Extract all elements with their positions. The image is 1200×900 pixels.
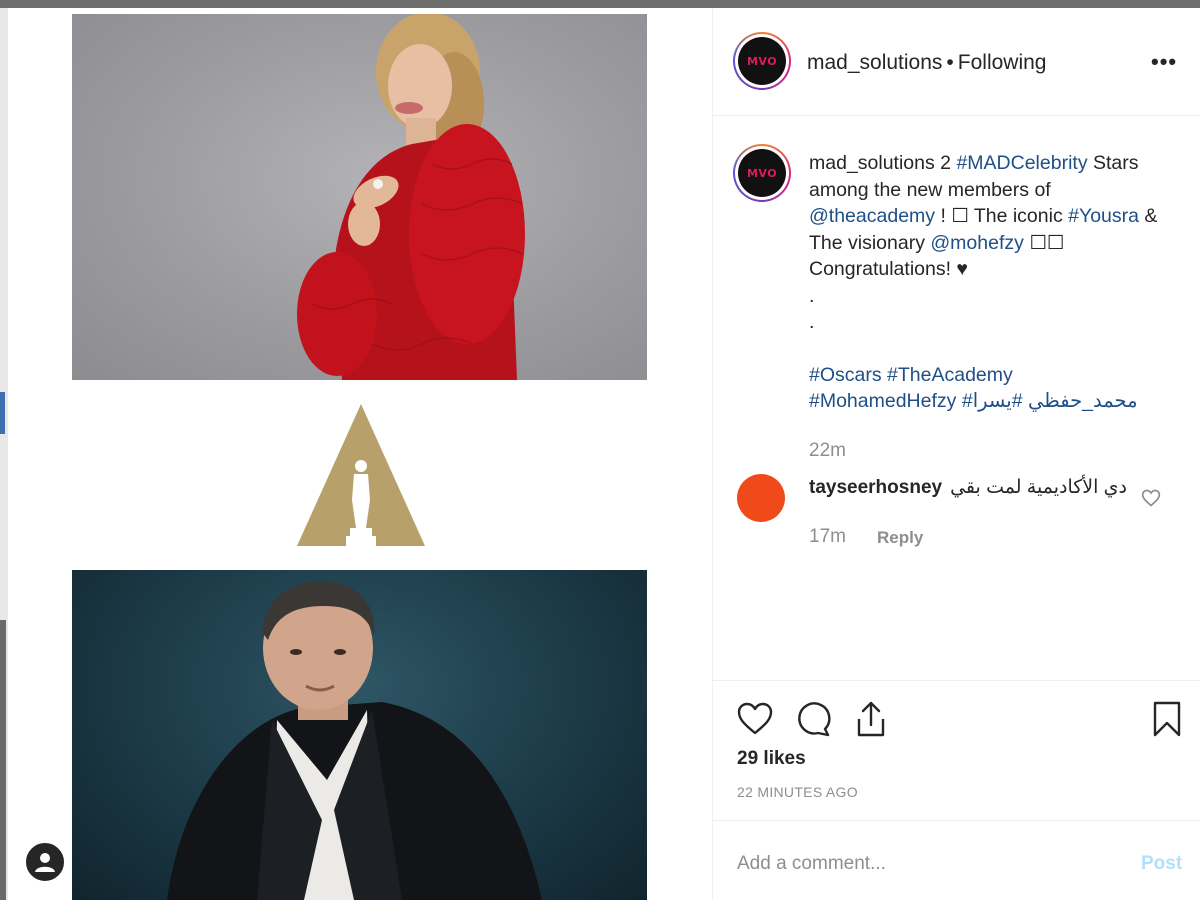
- hashtag-link[interactable]: #TheAcademy: [887, 364, 1013, 386]
- left-edge-dark: [0, 620, 6, 900]
- caption-dot: .: [809, 284, 815, 307]
- add-comment-bar: Post: [713, 820, 1200, 900]
- post-timestamp[interactable]: 22 MINUTES AGO: [737, 784, 858, 800]
- user-icon: [35, 853, 55, 872]
- oscar-academy-logo: [294, 400, 428, 546]
- caption-text: ! ☐ The iconic: [940, 205, 1063, 227]
- hashtag-link[interactable]: #يسرا: [973, 390, 1023, 412]
- commenter-username[interactable]: tayseerhosney: [809, 477, 942, 498]
- share-icon[interactable]: [851, 699, 891, 739]
- caption-text: Congratulations! ♥: [809, 258, 968, 280]
- reply-button[interactable]: Reply: [877, 528, 923, 548]
- browser-top-strip: [0, 0, 1200, 8]
- photo-woman-red-dress: [72, 14, 647, 380]
- bookmark-icon[interactable]: [1147, 699, 1187, 739]
- comment: tayseerhosney دي الأكاديمية لمت بقي: [809, 476, 1127, 499]
- post-media[interactable]: [8, 8, 712, 900]
- comment-like-heart-icon[interactable]: [1141, 488, 1161, 508]
- author-username[interactable]: mad_solutions: [807, 51, 942, 74]
- like-heart-icon[interactable]: [735, 699, 775, 739]
- caption-username[interactable]: mad_solutions: [809, 152, 935, 174]
- left-edge-accent: [0, 392, 5, 434]
- hashtag-link[interactable]: #MohamedHefzy: [809, 390, 956, 412]
- author-avatar[interactable]: MVO: [733, 32, 791, 90]
- post-header: MVO mad_solutions • Following •••: [713, 8, 1200, 116]
- comment-timestamp[interactable]: 17m: [809, 526, 846, 548]
- post-details-panel: MVO mad_solutions • Following ••• MVO mad_…: [712, 8, 1200, 900]
- photo-man-black-suit: [72, 570, 647, 900]
- profile-avatar-button[interactable]: [24, 841, 66, 883]
- comment-bubble-icon[interactable]: [793, 699, 833, 739]
- hashtag-link[interactable]: #Yousra: [1068, 205, 1139, 227]
- add-comment-input[interactable]: [737, 849, 1117, 879]
- post-caption: mad_solutions 2 #MADCelebrity Stars amon…: [809, 150, 1169, 415]
- caption-timestamp[interactable]: 22m: [809, 440, 846, 462]
- header-separator: •: [946, 51, 954, 74]
- caption-avatar[interactable]: MVO: [733, 144, 791, 202]
- comment-text: دي الأكاديمية لمت بقي: [950, 477, 1128, 498]
- caption-text: 2: [940, 152, 952, 174]
- mention-link[interactable]: @mohefzy: [930, 232, 1024, 254]
- mention-link[interactable]: @theacademy: [809, 205, 935, 227]
- likes-count[interactable]: 29 likes: [737, 748, 806, 770]
- commenter-avatar[interactable]: [737, 474, 785, 522]
- caption-dot: .: [809, 311, 815, 333]
- header-line: mad_solutions • Following: [807, 51, 1047, 75]
- more-options-icon[interactable]: •••: [1151, 49, 1177, 75]
- hashtag-link[interactable]: #Oscars: [809, 364, 882, 386]
- caption-text: ☐☐: [1029, 231, 1065, 254]
- hashtag-link[interactable]: #MADCelebrity: [956, 152, 1087, 174]
- following-button[interactable]: Following: [958, 51, 1047, 74]
- post-comment-button[interactable]: Post: [1141, 853, 1182, 875]
